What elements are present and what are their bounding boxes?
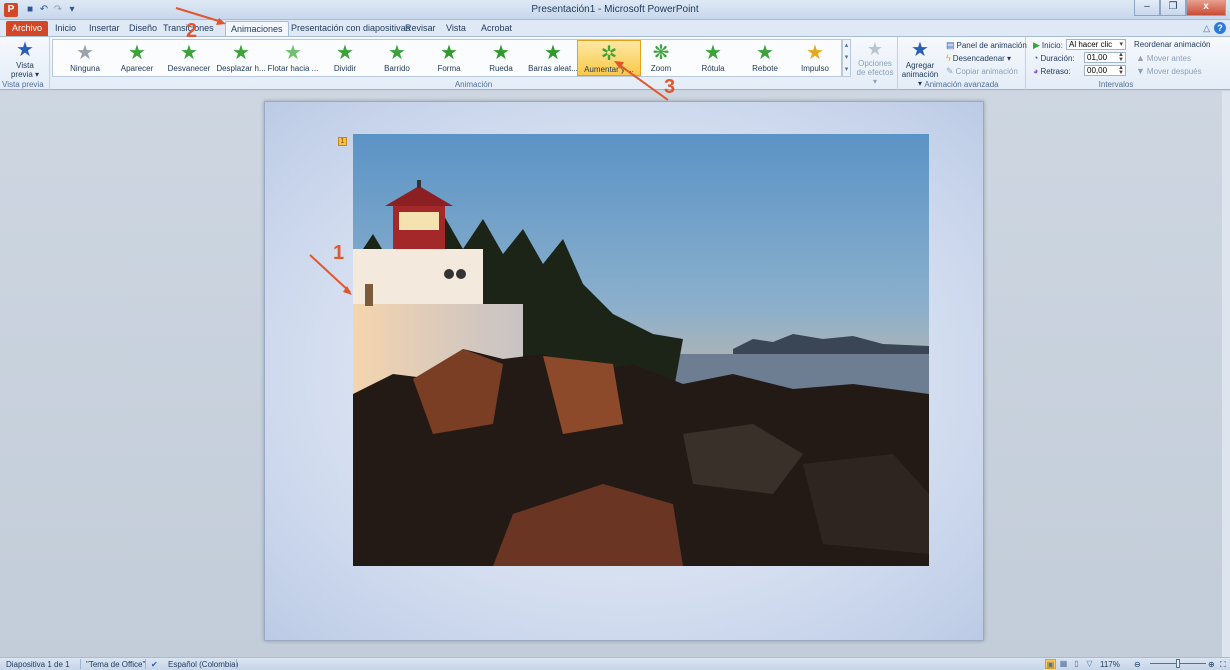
group-label: Intervalos [1098,80,1134,89]
group-label: Vista previa [2,80,44,89]
vertical-scrollbar[interactable] [1222,91,1230,657]
zoom-slider-thumb[interactable] [1176,659,1180,668]
triangle-up-icon: ▲ [1136,53,1145,63]
normal-view-icon[interactable]: ▣ [1045,659,1056,669]
trigger-button[interactable]: ϟ Desencadenar ▾ [946,53,1011,63]
clock-icon: ◔ [1033,53,1039,63]
restore-button[interactable]: ❐ [1160,0,1186,16]
customize-qat-icon[interactable]: ▾ [66,4,78,16]
annotation-number-3: 3 [664,76,676,98]
animation-order-tag[interactable]: 1 [338,137,347,146]
delay-label: ◕ Retraso: [1033,66,1071,76]
tab-diseno[interactable]: Diseño [124,21,162,36]
brush-icon: ✎ [946,66,954,76]
powerpoint-app-icon[interactable]: P [4,3,18,17]
anim-impulso[interactable]: ★ Impulso [783,40,847,76]
annotation-number-2: 2 [186,20,198,42]
effect-options-icon: ★ [866,39,884,59]
slide-sorter-icon[interactable]: ▦ [1058,659,1069,669]
save-icon[interactable]: ■ [24,4,36,16]
gallery-scroll[interactable]: ▴ ▾ ▾ [842,39,851,77]
status-bar: Diapositiva 1 de 1 "Tema de Office" ✔ Es… [0,657,1230,670]
window-title: Presentación1 - Microsoft PowerPoint [531,4,699,15]
move-later-button[interactable]: ▼ Mover después [1136,66,1202,76]
zoom-in-icon[interactable]: ⊕ [1208,659,1215,670]
tab-revisar[interactable]: Revisar [400,21,441,36]
annotation-number-1: 1 [333,242,345,264]
minimize-button[interactable]: – [1134,0,1160,16]
ribbon-tab-bar: Archivo Inicio Insertar Diseño Transicio… [0,20,1230,36]
triangle-down-icon: ▼ [1136,66,1145,76]
group-label: Animación [454,80,493,89]
spin-arrows-icon[interactable]: ▲ ▼ [1118,65,1124,76]
tab-insertar[interactable]: Insertar [84,21,125,36]
title-bar: P ■ ↶ ↷ ▾ Presentación1 - Microsoft Powe… [0,0,1230,20]
preview-button[interactable]: ★ Vista previa ▾ [8,39,42,79]
add-animation-button[interactable]: ★ Agregar animación ▾ [900,39,940,88]
lightning-icon: ϟ [946,53,951,63]
redo-icon[interactable]: ↷ [52,4,64,16]
window-controls: – ❐ x [1134,0,1226,16]
undo-icon[interactable]: ↶ [38,4,50,16]
add-animation-star-icon: ★ [911,39,929,61]
animation-pane-icon: ▤ [946,40,955,50]
move-earlier-button[interactable]: ▲ Mover antes [1136,53,1191,63]
duration-stepper[interactable]: 01,00 ▲ ▼ [1084,52,1126,63]
start-dropdown[interactable]: Al hacer clic ▾ [1066,39,1126,50]
preview-star-icon: ★ [16,39,34,61]
star-icon: ★ [806,42,824,64]
tab-presentacion[interactable]: Presentación con diapositivas [286,21,415,36]
tab-vista[interactable]: Vista [441,21,471,36]
zoom-level[interactable]: 117% [1100,659,1120,670]
animation-gallery: ★ Ninguna ★ Aparecer ★ Desvanecer ★ Desplaza… [52,39,842,77]
language-indicator[interactable]: Español (Colombia) [168,659,238,670]
tab-acrobat[interactable]: Acrobat [476,21,517,36]
fit-slide-icon[interactable]: ⛶ [1220,659,1226,670]
animation-pane-button[interactable]: ▤ Panel de animación [946,40,1027,51]
start-label: ▶ Inicio: [1033,40,1063,50]
tab-archivo[interactable]: Archivo [6,21,49,36]
reorder-label: Reordenar animación [1134,40,1211,49]
tab-inicio[interactable]: Inicio [50,21,81,36]
reading-view-icon[interactable]: ▯ [1071,659,1082,669]
spin-arrows-icon[interactable]: ▲ ▼ [1118,52,1124,63]
lighthouse-photo[interactable] [353,134,929,566]
delay-stepper[interactable]: 00,00 ▲ ▼ [1084,65,1126,76]
ribbon: ★ Vista previa ▾ Vista previa Animación … [0,36,1230,90]
slideshow-icon[interactable]: ▽ [1084,659,1095,669]
spellcheck-icon[interactable]: ✔ [151,659,158,670]
delay-clock-icon: ◕ [1033,66,1039,76]
star-icon: ★ [544,42,562,64]
lighthouse-photo-art [353,180,929,566]
theme-name[interactable]: "Tema de Office" [86,659,145,670]
group-vista-previa: ★ Vista previa ▾ Vista previa [0,37,50,90]
zoom-out-icon[interactable]: ⊖ [1134,659,1141,670]
help-icon[interactable]: ? [1214,22,1226,34]
effect-options-button[interactable]: ★ Opciones de efectos ▾ [856,39,894,86]
chevron-down-icon: ▾ [1119,41,1123,48]
slide-counter: Diapositiva 1 de 1 [6,660,70,669]
tab-animaciones[interactable]: Animaciones [225,21,289,36]
close-button[interactable]: x [1186,0,1226,16]
play-icon: ▶ [1033,40,1040,50]
copy-animation-button[interactable]: ✎ Copiar animación [946,66,1018,77]
duration-label: ◔ Duración: [1033,53,1075,63]
anim-barras-aleatorias[interactable]: ★ Barras aleat... [521,40,585,76]
minimize-ribbon-icon[interactable]: △ [1203,22,1210,34]
